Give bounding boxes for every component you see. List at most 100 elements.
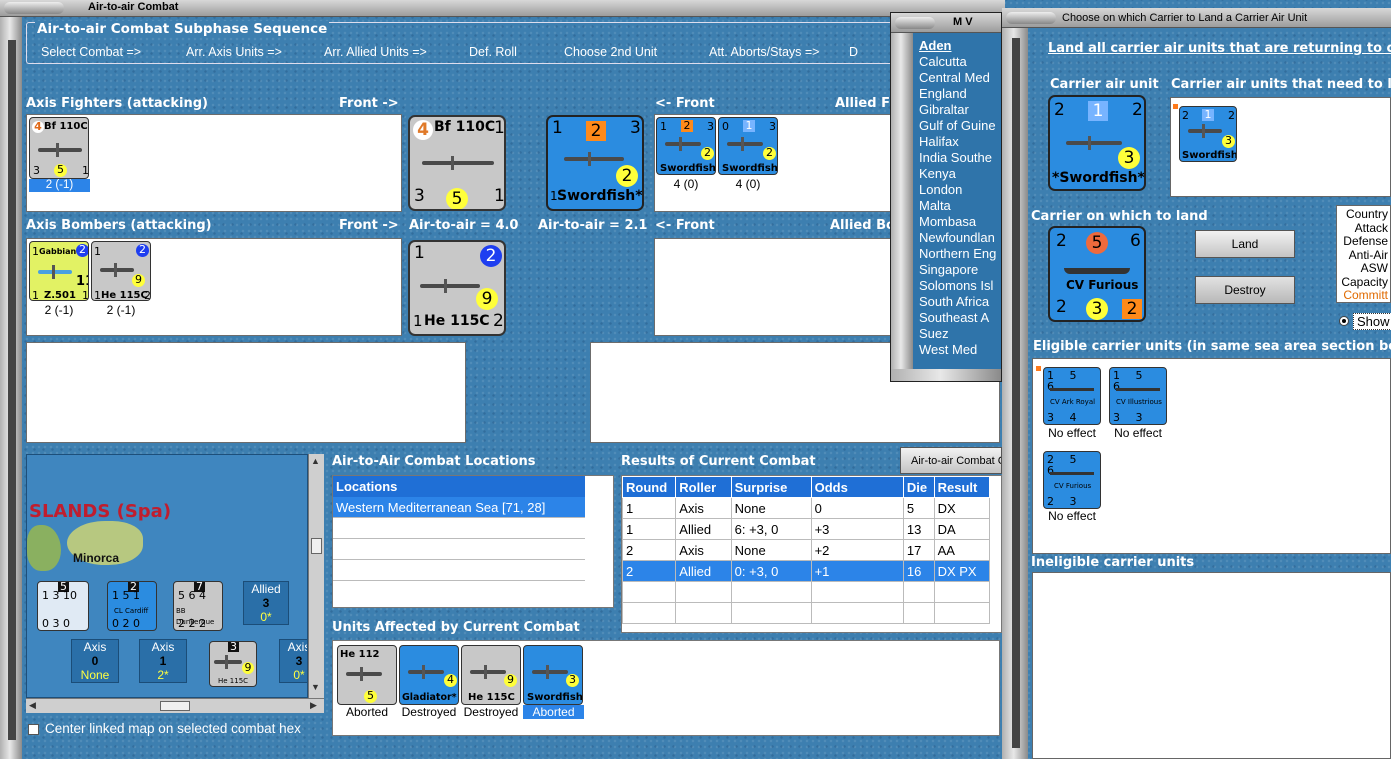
scroll-thumb[interactable] [311, 538, 322, 554]
map-stack-3[interactable]: 7 5 6 4 BB Dunkerque 2 2 2 [173, 581, 223, 631]
mv-list-item[interactable]: Solomons Isl [919, 278, 1001, 294]
map-vertical-scrollbar[interactable]: ▲ ▼ [308, 454, 324, 698]
axis-bombers-box[interactable]: 1 Gabbiano 2 11 1 Z.501 1 2 (-1) 1 2 9 1… [26, 238, 402, 336]
window-control-icon[interactable] [4, 2, 64, 14]
map-box-axis-1[interactable]: Axis 0 None [71, 639, 119, 683]
mv-list-item[interactable]: West Med [919, 342, 1001, 358]
center-map-checkbox-row[interactable]: Center linked map on selected combat hex [26, 721, 336, 739]
affected-unit-4[interactable]: 3 Swordfish [523, 645, 583, 705]
big-axis-bomber-counter[interactable]: 1 2 9 1 He 115C 2 [408, 240, 506, 336]
left-scroll-track[interactable] [8, 40, 16, 740]
checkbox-icon[interactable] [28, 724, 39, 735]
allied-bombers-box[interactable] [654, 238, 894, 336]
scroll-up-icon[interactable]: ▲ [311, 456, 320, 466]
big-allied-fighter-counter[interactable]: 1 2 3 2 1 Swordfish* [546, 115, 644, 211]
results-row[interactable] [622, 581, 991, 603]
allied-fighter-counter-1[interactable]: 1 2 3 2 Swordfish [656, 117, 716, 175]
map-box-axis-2[interactable]: Axis 1 2* [139, 639, 187, 683]
main-title-bar[interactable]: Air-to-air Combat [0, 0, 1005, 17]
mv-list[interactable]: Aden Calcutta Central Med England Gibraltar G… [919, 38, 1001, 358]
mv-list-item[interactable]: Newfoundlan [919, 230, 1001, 246]
map-horizontal-scrollbar[interactable]: ◀ ▶ [26, 698, 324, 713]
axis-bomber-counter-2[interactable]: 1 2 9 1 He 115C 2 [91, 241, 151, 301]
show-radio-row[interactable]: Show [1337, 312, 1391, 330]
scroll-thumb-h[interactable] [160, 701, 190, 711]
allied-fighter-counter-2[interactable]: 0 1 3 2 Swordfish [718, 117, 778, 175]
results-column-header[interactable]: Odds [810, 476, 904, 498]
mv-list-item[interactable]: Singapore [919, 262, 1001, 278]
mv-list-item[interactable]: Northern Eng [919, 246, 1001, 262]
mv-list-item[interactable]: India Southe [919, 150, 1001, 166]
results-column-header[interactable]: Result [933, 476, 991, 498]
axis-fighters-box[interactable]: 4 Bf 110C 3 5 1 2 (-1) [26, 114, 402, 212]
sequence-step: Def. Roll [469, 45, 517, 59]
air-to-air-combat-button[interactable]: Air-to-air Combat Cl [900, 447, 1002, 474]
window-control-icon[interactable] [895, 17, 935, 29]
carrier-air-unit-counter[interactable]: 2 1 2 3 *Swordfish* [1048, 95, 1146, 191]
results-column-header[interactable]: Round [622, 476, 677, 498]
results-row[interactable]: 1 Allied 6: +3, 0 +3 13 DA [622, 518, 991, 540]
locations-list[interactable]: Locations Western Mediterranean Sea [71,… [332, 475, 614, 608]
carrier-need-box[interactable]: 2 1 2 3 Swordfish [1170, 97, 1391, 197]
eligible-counter-1[interactable]: 1 5 6 CV Ark Royal 3 4 3 [1043, 367, 1101, 425]
results-cell [933, 581, 991, 603]
affected-unit-1[interactable]: He 112 5 [337, 645, 397, 705]
mv-list-item[interactable]: Gulf of Guine [919, 118, 1001, 134]
big-axis-fighter-counter[interactable]: 4 Bf 110C 1 3 5 1 [408, 115, 506, 211]
mv-title-bar[interactable]: M V [891, 13, 1001, 33]
mv-list-item[interactable]: Aden [919, 38, 1001, 54]
mv-list-item[interactable]: Mombasa [919, 214, 1001, 230]
map-stack-1[interactable]: 5 1 3 10 0 3 0 [37, 581, 89, 631]
location-item[interactable]: Western Mediterranean Sea [71, 28] [333, 497, 585, 518]
mv-list-item[interactable]: Calcutta [919, 54, 1001, 70]
axis-fighter-counter[interactable]: 4 Bf 110C 3 5 1 [29, 117, 89, 179]
results-row[interactable]: 2 Allied 0: +3, 0 +1 16 DX PX [622, 560, 991, 582]
map-box-axis-3[interactable]: Axis 3 0* [279, 639, 307, 683]
results-column-header[interactable]: Die [902, 476, 935, 498]
results-row[interactable] [622, 602, 991, 624]
scroll-left-icon[interactable]: ◀ [29, 700, 36, 711]
carrier-need-counter[interactable]: 2 1 2 3 Swordfish [1179, 106, 1237, 162]
map-stack-2[interactable]: 2 1 5 1 CL Cardiff 0 2 0 [107, 581, 157, 631]
mv-list-item[interactable]: South Africa [919, 294, 1001, 310]
window-control-icon[interactable] [1006, 12, 1056, 24]
eligible-box[interactable]: 1 5 6 CV Ark Royal 3 4 3 No effect 1 5 6… [1032, 358, 1391, 554]
results-column-header[interactable]: Surprise [730, 476, 812, 498]
location-empty-row [333, 518, 585, 539]
map-box-allied[interactable]: Allied 3 0* [243, 581, 289, 625]
results-row[interactable]: 1 Axis None 0 5 DX [622, 497, 991, 519]
results-cell: Allied [675, 518, 732, 540]
mv-list-item[interactable]: Halifax [919, 134, 1001, 150]
destroy-button[interactable]: Destroy [1195, 276, 1295, 304]
scroll-down-icon[interactable]: ▼ [311, 682, 320, 692]
affected-unit-3[interactable]: 9 He 115C [461, 645, 521, 705]
land-button[interactable]: Land [1195, 230, 1295, 258]
axis-fighters-label: Axis Fighters (attacking) [26, 96, 208, 111]
carrier-air-unit-label: Carrier air unit [1050, 77, 1159, 92]
carrier-scroll-track[interactable] [1012, 38, 1020, 748]
mv-list-item[interactable]: Suez [919, 326, 1001, 342]
show-label: Show [1353, 313, 1391, 330]
carrier-title-bar[interactable]: Choose on which Carrier to Land a Carrie… [1002, 8, 1391, 28]
plane-icon [38, 143, 82, 157]
results-column-header[interactable]: Roller [675, 476, 732, 498]
ineligible-box[interactable] [1032, 572, 1391, 759]
affected-units-box[interactable]: He 112 5 Aborted 4 4 Gladiator* Destroye… [332, 640, 1000, 736]
carrier-land-counter[interactable]: 2 5 6 CV Furious 2 3 2 [1048, 226, 1146, 322]
axis-bomber-counter-1[interactable]: 1 Gabbiano 2 11 1 Z.501 1 [29, 241, 89, 301]
eligible-counter-3[interactable]: 2 5 6 CV Furious 2 3 2 [1043, 451, 1101, 509]
linked-map[interactable]: SLANDS (Spa) Minorca 5 1 3 10 0 3 0 2 1 … [26, 454, 308, 698]
mv-list-item[interactable]: England [919, 86, 1001, 102]
mv-list-item[interactable]: Gibraltar [919, 102, 1001, 118]
affected-unit-2[interactable]: 4 4 Gladiator* [399, 645, 459, 705]
axis-extra-box[interactable] [26, 342, 466, 443]
mv-list-item[interactable]: London [919, 182, 1001, 198]
map-unit-counter[interactable]: 3 9 He 115C [209, 641, 257, 687]
mv-list-item[interactable]: Southeast A [919, 310, 1001, 326]
eligible-counter-2[interactable]: 1 5 6 CV Illustrious 3 3 2 [1109, 367, 1167, 425]
mv-list-item[interactable]: Central Med [919, 70, 1001, 86]
scroll-right-icon[interactable]: ▶ [310, 700, 317, 711]
results-row[interactable]: 2 Axis None +2 17 AA [622, 539, 991, 561]
mv-list-item[interactable]: Kenya [919, 166, 1001, 182]
mv-list-item[interactable]: Malta [919, 198, 1001, 214]
